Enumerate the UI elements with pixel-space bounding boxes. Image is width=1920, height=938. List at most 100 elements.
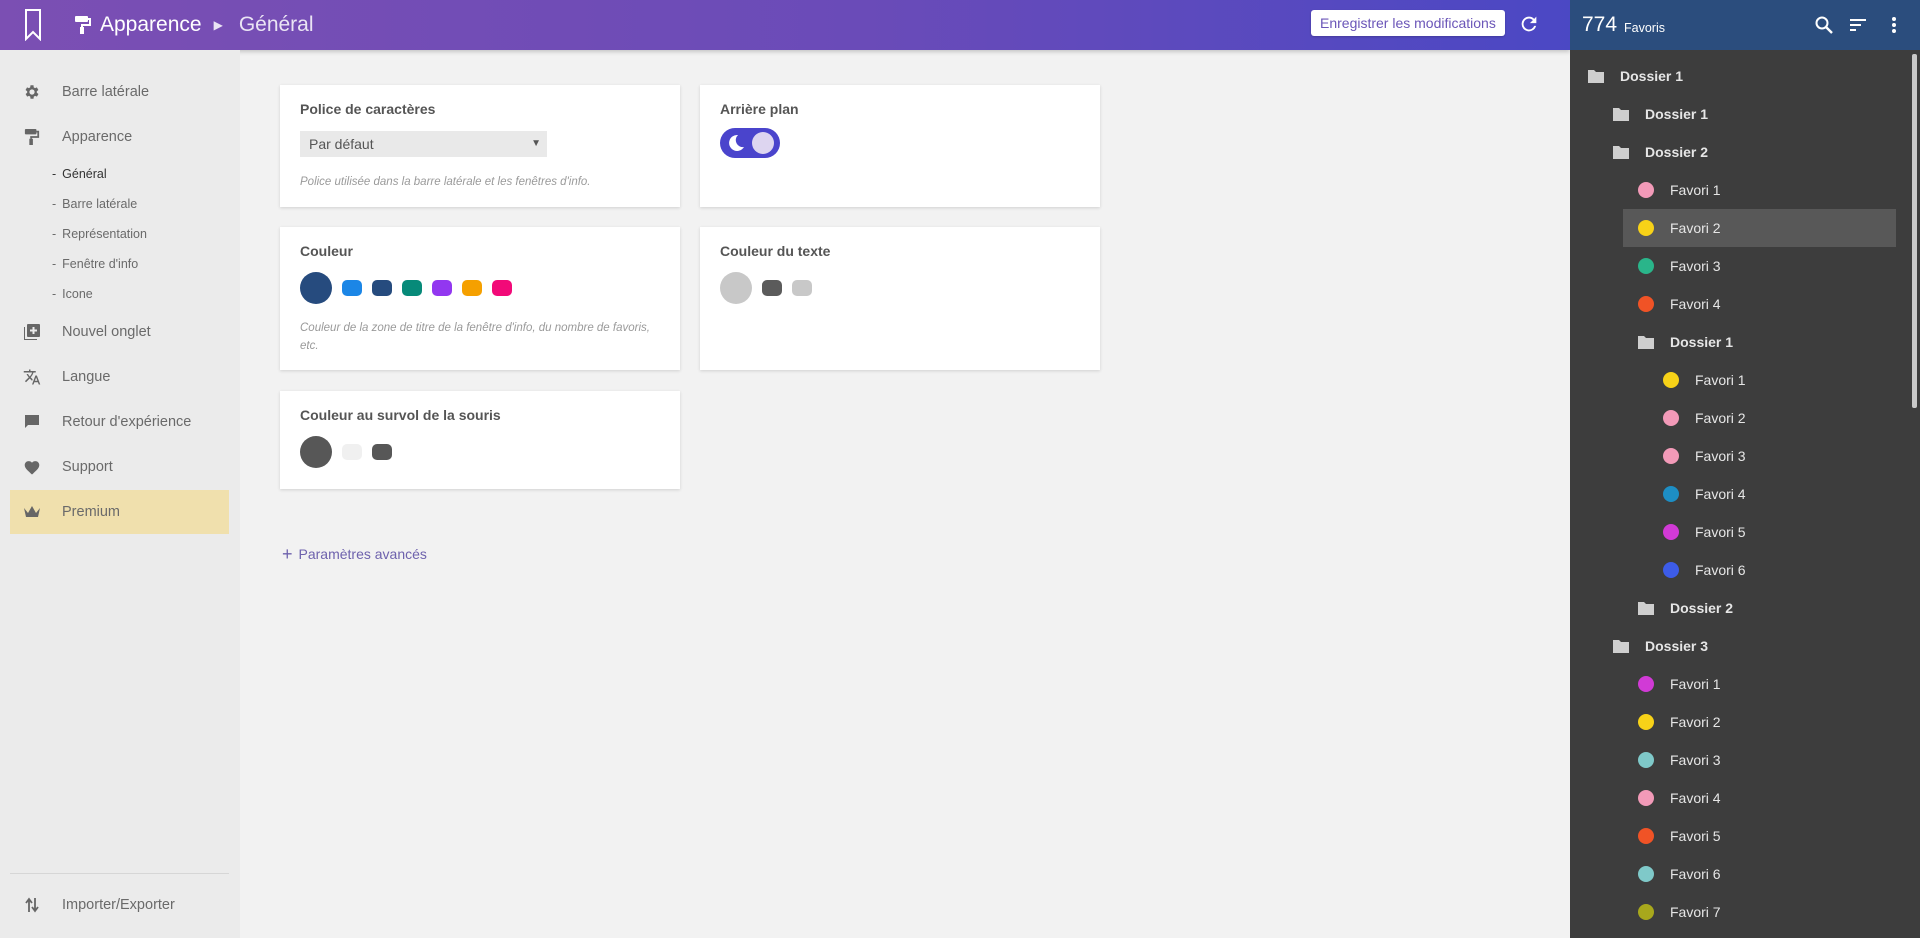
paint-roller-icon: [22, 127, 42, 147]
folder-icon: [1613, 108, 1629, 121]
bookmark-row[interactable]: Favori 5: [1570, 513, 1910, 551]
search-icon[interactable]: [1814, 15, 1834, 35]
selected-text-color-swatch[interactable]: [720, 272, 752, 304]
reload-icon[interactable]: [1518, 13, 1540, 35]
card-description: Police utilisée dans la barre latérale e…: [300, 176, 591, 188]
tree-row-label: Favori 5: [1695, 524, 1746, 540]
favicon-icon: [1638, 714, 1654, 730]
tree-row-label: Dossier 3: [1645, 638, 1709, 654]
breadcrumb-section[interactable]: Apparence: [100, 13, 202, 37]
sort-icon[interactable]: [1848, 15, 1868, 35]
bookmark-row[interactable]: Favori 3: [1570, 741, 1910, 779]
color-option-orange[interactable]: [462, 280, 482, 296]
favicon-icon: [1638, 904, 1654, 920]
folder-row[interactable]: Dossier 2: [1570, 133, 1910, 171]
paint-roller-icon: [72, 14, 94, 36]
color-option-teal[interactable]: [402, 280, 422, 296]
bookmark-row[interactable]: Favori 7: [1570, 893, 1910, 931]
subnav-item-representation[interactable]: - Représentation: [52, 227, 147, 241]
save-button[interactable]: Enregistrer les modifications: [1311, 10, 1505, 36]
advanced-settings-link[interactable]: + Paramètres avancés: [282, 545, 427, 563]
nav-label: Premium: [62, 504, 121, 520]
favicon-icon: [1638, 296, 1654, 312]
bookmark-row[interactable]: Favori 6: [1570, 855, 1910, 893]
text-color-option-light[interactable]: [792, 280, 812, 296]
bookmarks-scrollbar[interactable]: [1912, 54, 1917, 408]
bookmark-row[interactable]: Favori 1: [1570, 665, 1910, 703]
hover-color-option-light[interactable]: [342, 444, 362, 460]
hover-color-card: Couleur au survol de la souris: [280, 391, 680, 489]
folder-row[interactable]: Dossier 2: [1570, 589, 1910, 627]
tree-row-label: Favori 1: [1670, 676, 1721, 692]
favicon-icon: [1638, 676, 1654, 692]
bookmark-row[interactable]: Favori 1: [1570, 171, 1910, 209]
selected-hover-color-swatch[interactable]: [300, 436, 332, 468]
card-description: Couleur de la zone de titre de la fenêtr…: [300, 322, 650, 352]
color-option-purple[interactable]: [432, 280, 452, 296]
nav-item-appearance[interactable]: Apparence: [10, 115, 229, 159]
favicon-icon: [1663, 372, 1679, 388]
feedback-icon: [22, 412, 42, 432]
tree-row-label: Favori 7: [1670, 904, 1721, 920]
tree-row-label: Favori 3: [1695, 448, 1746, 464]
favicon-icon: [1638, 828, 1654, 844]
bookmark-row[interactable]: Favori 5: [1570, 817, 1910, 855]
tree-row-label: Favori 4: [1695, 486, 1746, 502]
nav-item-new-tab[interactable]: Nouvel onglet: [10, 310, 229, 354]
nav-item-language[interactable]: Langue: [10, 355, 229, 399]
bookmark-row[interactable]: Favori 2: [1623, 209, 1896, 247]
folder-row[interactable]: Dossier 1: [1570, 57, 1910, 95]
caret-down-icon: ▼: [531, 138, 541, 149]
folder-row[interactable]: Dossier 1: [1570, 323, 1910, 361]
folder-icon: [1613, 146, 1629, 159]
tree-row-label: Favori 1: [1695, 372, 1746, 388]
color-card: Couleur Couleur de la zone de titre de l…: [280, 227, 680, 370]
bookmark-logo-icon: [0, 0, 66, 50]
nav-item-sidebar[interactable]: Barre latérale: [10, 70, 229, 114]
color-option-navy[interactable]: [372, 280, 392, 296]
crown-icon: [22, 502, 42, 522]
color-option-pink[interactable]: [492, 280, 512, 296]
subnav-item-sidebar[interactable]: - Barre latérale: [52, 197, 137, 211]
tree-row-label: Dossier 2: [1645, 144, 1709, 160]
bookmark-row[interactable]: Favori 3: [1570, 247, 1910, 285]
bookmark-row[interactable]: Favori 6: [1570, 551, 1910, 589]
bookmark-row[interactable]: Favori 2: [1570, 703, 1910, 741]
font-select[interactable]: Par défaut ▼: [300, 131, 547, 157]
font-card: Police de caractères Par défaut ▼ Police…: [280, 85, 680, 207]
subnav-item-icon[interactable]: - Icone: [52, 287, 93, 301]
tree-row-label: Favori 6: [1695, 562, 1746, 578]
tree-row-label: Favori 2: [1695, 410, 1746, 426]
subnav-item-info-window[interactable]: - Fenêtre d'info: [52, 257, 138, 271]
text-color-option-dark[interactable]: [762, 280, 782, 296]
hover-color-option-dark[interactable]: [372, 444, 392, 460]
favicon-icon: [1638, 182, 1654, 198]
subnav-item-general[interactable]: - Général: [52, 167, 107, 181]
nav-label: Langue: [62, 369, 111, 385]
bookmark-row[interactable]: Favori 4: [1570, 475, 1910, 513]
nav-label: Nouvel onglet: [62, 324, 151, 340]
selected-color-swatch[interactable]: [300, 272, 332, 304]
bookmark-row[interactable]: Favori 1: [1570, 361, 1910, 399]
bookmark-row[interactable]: Favori 4: [1570, 779, 1910, 817]
nav-item-import-export[interactable]: Importer/Exporter: [10, 883, 229, 927]
bookmark-row[interactable]: Favori 4: [1570, 285, 1910, 323]
tree-row-label: Dossier 1: [1670, 334, 1734, 350]
more-vert-icon[interactable]: [1884, 15, 1904, 35]
bookmark-row[interactable]: Favori 3: [1570, 437, 1910, 475]
translate-icon: [22, 367, 42, 387]
bookmark-row[interactable]: Favori 2: [1570, 399, 1910, 437]
nav-item-support[interactable]: Support: [10, 445, 229, 489]
folder-row[interactable]: Dossier 1: [1570, 95, 1910, 133]
tree-row-label: Favori 4: [1670, 790, 1721, 806]
tree-row-label: Favori 6: [1670, 866, 1721, 882]
nav-item-premium[interactable]: Premium: [10, 490, 229, 534]
color-option-blue[interactable]: [342, 280, 362, 296]
dark-mode-toggle[interactable]: [720, 128, 780, 158]
nav-item-feedback[interactable]: Retour d'expérience: [10, 400, 229, 444]
favicon-icon: [1638, 866, 1654, 882]
folder-icon: [1638, 602, 1654, 615]
folder-row[interactable]: Dossier 3: [1570, 627, 1910, 665]
tree-row-label: Favori 2: [1670, 714, 1721, 730]
nav-label: Support: [62, 459, 113, 475]
